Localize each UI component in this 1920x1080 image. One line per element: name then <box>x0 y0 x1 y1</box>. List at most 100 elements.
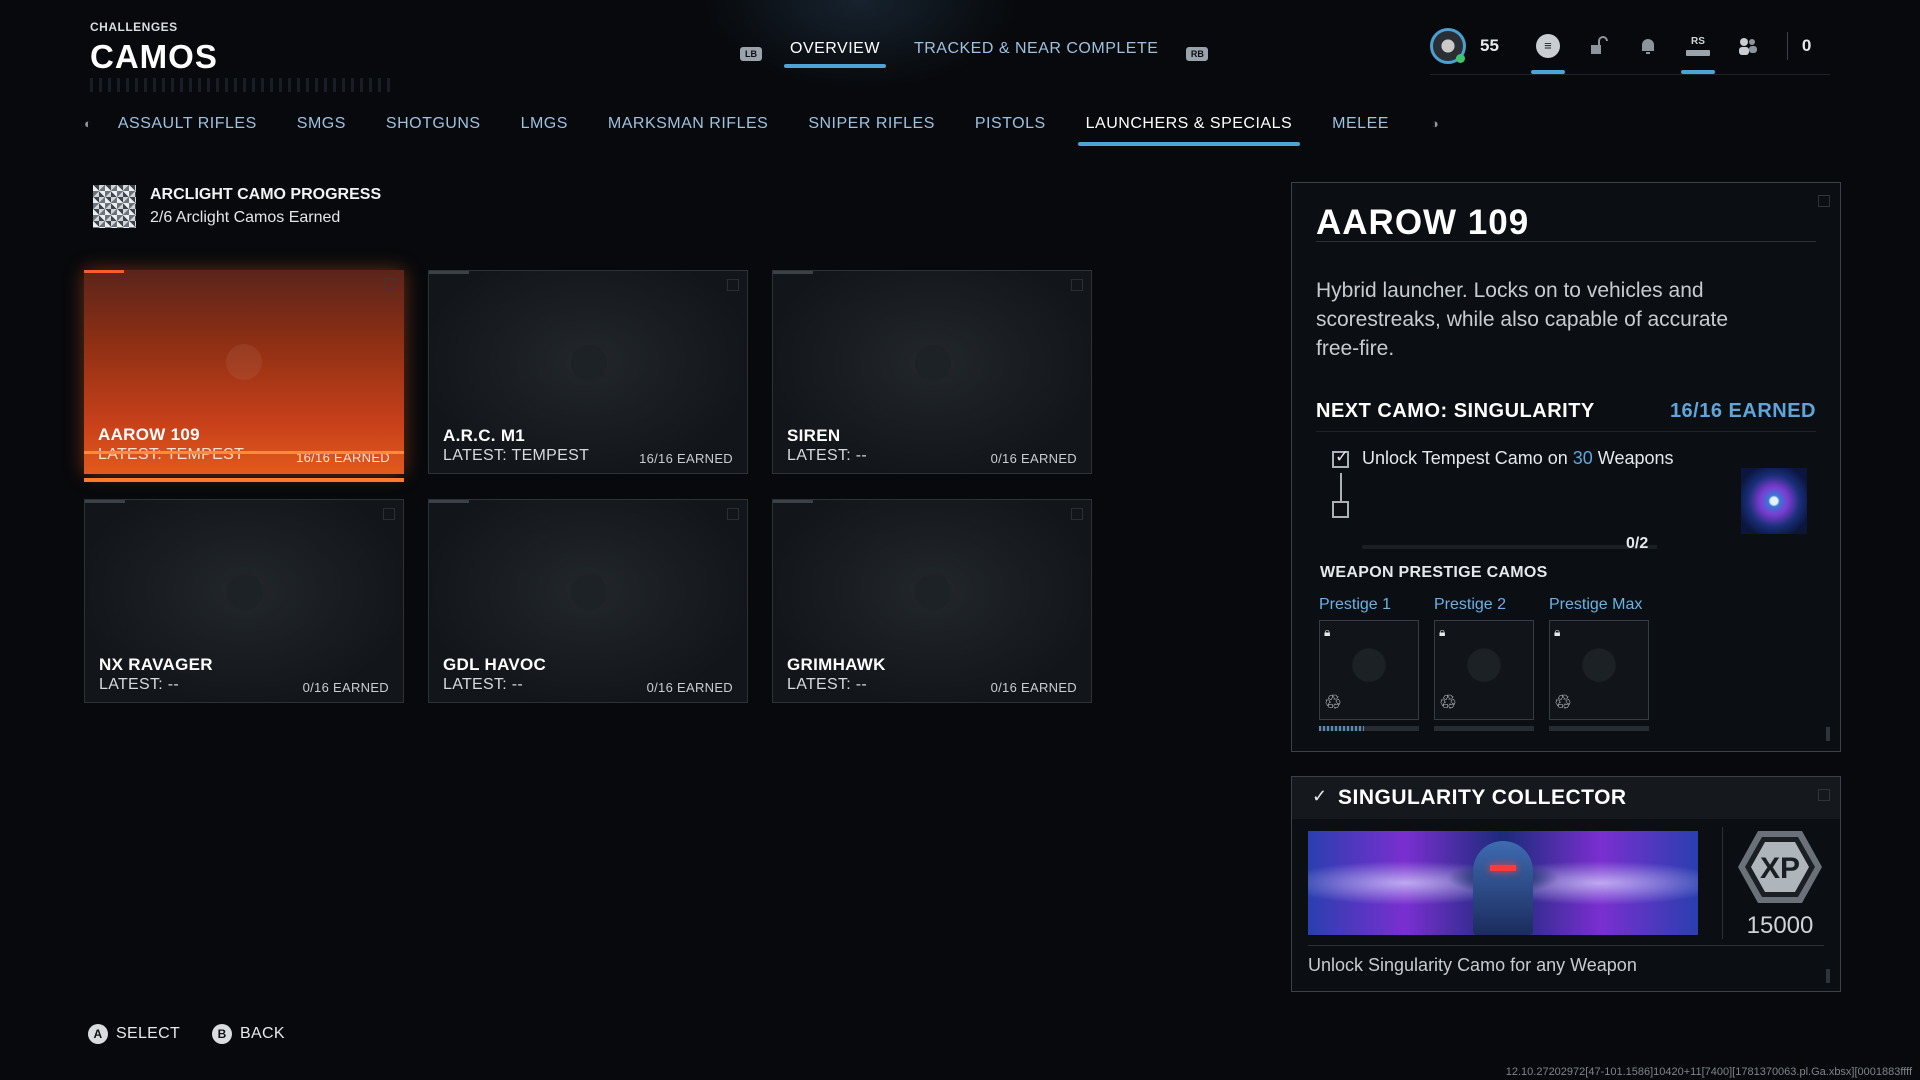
prestige-emblem-icon: ♲ <box>1554 692 1572 714</box>
b-button-icon: B <box>212 1024 233 1044</box>
rs-label: RS <box>1690 36 1705 47</box>
player-status-bar: 55 ≡ RS 0 <box>1430 28 1811 74</box>
select-label: SELECT <box>116 1025 181 1042</box>
category-nav: ◐ ASSAULT RIFLES SMGS SHOTGUNS LMGS MARK… <box>84 112 1439 146</box>
weapon-earned-count: 0/16 EARNED <box>990 680 1077 695</box>
cat-lmgs[interactable]: LMGS <box>513 112 576 146</box>
notifications-tab[interactable] <box>1623 28 1673 64</box>
banner-figure <box>1473 841 1533 935</box>
unlock-tab[interactable] <box>1573 28 1623 64</box>
card-corner-icon <box>727 279 739 291</box>
prestige-camo-box: 🔒︎ ♲ <box>1434 620 1534 720</box>
back-prompt[interactable]: B BACK <box>212 1024 285 1044</box>
weapon-card-grimhawk[interactable]: GRIMHAWK LATEST: -- 0/16 EARNED <box>772 499 1092 703</box>
task-checkbox-pending <box>1332 501 1349 518</box>
prestige-progress-bar <box>1549 726 1649 731</box>
lock-icon: 🔒︎ <box>1554 625 1561 639</box>
status-underline <box>1430 74 1830 75</box>
tab-overview[interactable]: OVERVIEW <box>784 40 886 68</box>
challenge-task: Unlock Tempest Camo on 30 Weapons <box>1362 448 1674 469</box>
menu-icon: ≡ <box>1535 34 1560 58</box>
cat-marksman-rifles[interactable]: MARKSMAN RIFLES <box>600 112 776 146</box>
menu-tab[interactable]: ≡ <box>1523 28 1573 74</box>
title-decoration <box>90 78 390 92</box>
prestige-progress-fill <box>1319 726 1364 731</box>
breadcrumb: CHALLENGES <box>90 20 178 34</box>
detail-description: Hybrid launcher. Locks on to vehicles an… <box>1316 279 1729 360</box>
prestige-camos-label: WEAPON PRESTIGE CAMOS <box>1320 564 1548 581</box>
xp-label: XP <box>1760 852 1800 885</box>
prestige-progress-bar <box>1319 726 1419 731</box>
cat-shotguns[interactable]: SHOTGUNS <box>378 112 489 146</box>
cat-sniper-rifles[interactable]: SNIPER RIFLES <box>800 112 943 146</box>
weapon-card-aarow-109[interactable]: AAROW 109 LATEST: TEMPEST 16/16 EARNED <box>84 270 404 482</box>
collector-description: Unlock Singularity Camo for any Weapon <box>1308 955 1637 975</box>
weapon-card-nx-ravager[interactable]: NX RAVAGER LATEST: -- 0/16 EARNED <box>84 499 404 703</box>
page-brand: CHALLENGES CAMOS <box>90 20 390 92</box>
weapon-card-arc-m1[interactable]: A.R.C. M1 LATEST: TEMPEST 16/16 EARNED <box>428 270 748 474</box>
friends-icon <box>1738 38 1757 55</box>
task-progress-bar <box>1362 545 1657 549</box>
weapon-latest-camo: LATEST: -- <box>99 676 180 693</box>
task-checkbox-done <box>1332 447 1349 468</box>
player-emblem-icon[interactable] <box>1430 28 1466 64</box>
rt-bumper-icon[interactable]: ◑ <box>1431 112 1439 136</box>
select-prompt[interactable]: A SELECT <box>88 1024 180 1044</box>
collector-title: SINGULARITY COLLECTOR <box>1338 786 1627 809</box>
player-level: 55 <box>1480 36 1499 55</box>
xp-divider <box>1722 827 1723 939</box>
social-tab[interactable] <box>1723 28 1773 64</box>
weapon-placeholder <box>915 345 951 381</box>
cat-pistols[interactable]: PISTOLS <box>967 112 1054 146</box>
arclight-subtitle: 2/6 Arclight Camos Earned <box>150 209 341 226</box>
cat-assault-rifles[interactable]: ASSAULT RIFLES <box>110 112 265 146</box>
back-label: BACK <box>240 1025 285 1042</box>
rs-tab[interactable]: RS <box>1673 28 1723 74</box>
next-camo-earned: 16/16 EARNED <box>1669 400 1816 422</box>
weapon-card-gdl-havoc[interactable]: GDL HAVOC LATEST: -- 0/16 EARNED <box>428 499 748 703</box>
footer-prompts: A SELECT B BACK <box>88 1024 285 1044</box>
weapon-latest-camo: LATEST: -- <box>787 447 868 464</box>
weapon-card-siren[interactable]: SIREN LATEST: -- 0/16 EARNED <box>772 270 1092 474</box>
a-button-icon: A <box>88 1024 108 1044</box>
check-icon: ✓ <box>1312 786 1328 806</box>
weapon-name: SIREN <box>787 426 841 445</box>
lt-bumper-icon[interactable]: ◐ <box>84 112 92 136</box>
detail-title: AAROW 109 <box>1316 203 1530 242</box>
scroll-indicator <box>1826 969 1830 983</box>
weapon-latest-camo: LATEST: TEMPEST <box>443 447 590 464</box>
weapon-name: GDL HAVOC <box>443 655 547 674</box>
weapon-name: GRIMHAWK <box>787 655 886 674</box>
card-progress-line <box>84 451 404 454</box>
weapon-placeholder <box>571 574 607 610</box>
prestige-max-slot[interactable]: Prestige Max 🔒︎ ♲ <box>1549 596 1649 731</box>
next-camo-divider <box>1316 431 1816 432</box>
panel-corner-icon <box>1818 789 1830 801</box>
top-nav: LB OVERVIEW TRACKED & NEAR COMPLETE RB <box>740 40 1209 68</box>
selected-underbar <box>84 478 404 482</box>
weapon-earned-count: 0/16 EARNED <box>990 451 1077 466</box>
xp-value: 15000 <box>1746 912 1814 939</box>
prestige-1-slot[interactable]: Prestige 1 🔒︎ ♲ <box>1319 596 1419 731</box>
rb-bumper-icon[interactable]: RB <box>1186 47 1209 61</box>
scroll-indicator <box>1826 727 1830 741</box>
weapon-latest-camo: LATEST: TEMPEST <box>98 446 245 463</box>
bell-icon <box>1641 39 1654 54</box>
cat-melee[interactable]: MELEE <box>1324 112 1397 146</box>
xp-badge-icon: XP <box>1736 829 1824 905</box>
prestige-label: Prestige 1 <box>1319 596 1392 613</box>
cat-launchers-specials[interactable]: LAUNCHERS & SPECIALS <box>1077 112 1301 146</box>
cat-smgs[interactable]: SMGS <box>289 112 354 146</box>
card-corner-icon <box>384 278 396 290</box>
card-corner-icon <box>727 508 739 520</box>
tab-tracked-near-complete[interactable]: TRACKED & NEAR COMPLETE <box>908 40 1164 68</box>
prestige-camo-box: 🔒︎ ♲ <box>1319 620 1419 720</box>
prestige-label: Prestige 2 <box>1434 596 1507 613</box>
weapon-placeholder <box>571 345 607 381</box>
lb-bumper-icon[interactable]: LB <box>740 47 762 61</box>
weapon-name: AAROW 109 <box>98 425 200 444</box>
prestige-2-slot[interactable]: Prestige 2 🔒︎ ♲ <box>1434 596 1534 731</box>
online-dot <box>1456 54 1465 63</box>
task-connector <box>1340 473 1342 501</box>
detail-divider <box>1316 241 1816 242</box>
